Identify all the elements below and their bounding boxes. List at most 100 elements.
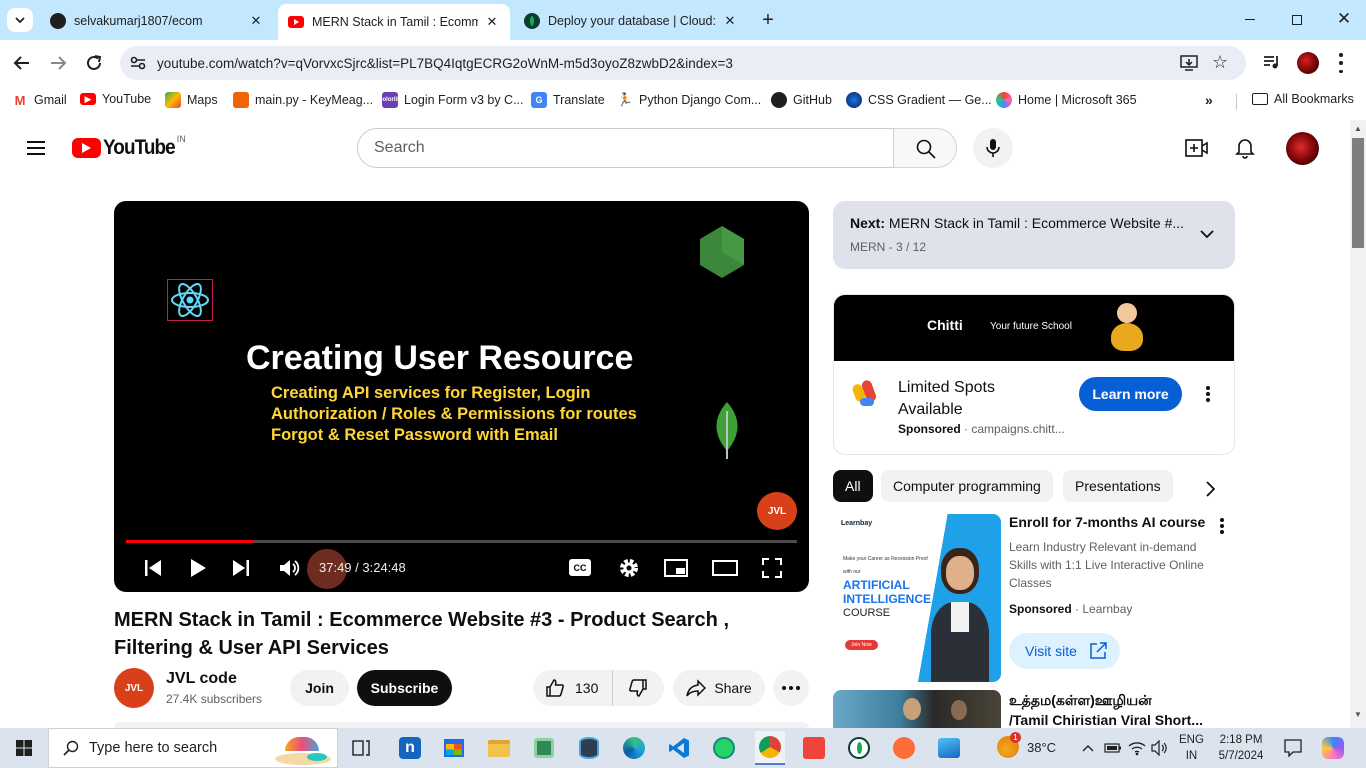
recommendation-thumbnail[interactable]: [833, 690, 1001, 728]
scroll-up-arrow-icon[interactable]: ▲: [1354, 124, 1362, 133]
reload-icon[interactable]: [85, 54, 103, 72]
ad-card-chitti[interactable]: Chitti Your future School Limited Spots …: [833, 294, 1235, 455]
bookmark-github[interactable]: GitHub: [771, 92, 832, 108]
voice-search-button[interactable]: [973, 128, 1013, 168]
recommendation-title[interactable]: உத்தம(கள்ள)ஊழியன் /Tamil Chiristian Vira…: [1009, 690, 1203, 730]
postman-icon[interactable]: [890, 734, 918, 762]
next-icon[interactable]: [232, 559, 250, 577]
dislike-button[interactable]: [613, 670, 663, 706]
wifi-icon[interactable]: [1128, 740, 1146, 756]
input-language[interactable]: ENG IN: [1179, 732, 1204, 764]
bookmark-translate[interactable]: G Translate: [531, 92, 605, 108]
youtube-logo[interactable]: YouTube IN: [72, 134, 186, 160]
notification-center-icon[interactable]: [1284, 739, 1302, 757]
file-explorer-icon[interactable]: [485, 734, 513, 762]
install-app-icon[interactable]: [1180, 55, 1198, 71]
window-close-button[interactable]: ✕: [1334, 9, 1354, 29]
search-input[interactable]: Search: [357, 128, 894, 168]
account-avatar[interactable]: [1286, 132, 1319, 165]
captions-button[interactable]: CC: [569, 559, 591, 576]
ad-banner[interactable]: Chitti Your future School: [834, 295, 1234, 361]
close-icon[interactable]: ✕: [484, 14, 500, 30]
bookmark-gmail[interactable]: M Gmail: [12, 92, 67, 108]
tab-youtube[interactable]: MERN Stack in Tamil : Ecommerce ✕: [278, 4, 510, 40]
new-tab-button[interactable]: +: [758, 8, 778, 32]
chip-presentations[interactable]: Presentations: [1063, 470, 1173, 502]
ad-menu-icon[interactable]: [1206, 386, 1210, 402]
clock[interactable]: 2:18 PM 5/7/2024: [1215, 732, 1267, 764]
bookmark-star-icon[interactable]: ☆: [1212, 52, 1228, 73]
subscribe-button[interactable]: Subscribe: [357, 670, 452, 706]
mongodb-compass-icon[interactable]: [845, 734, 873, 762]
task-view-icon[interactable]: [347, 734, 375, 762]
ad-menu-icon[interactable]: [1220, 518, 1224, 534]
browser-menu-icon[interactable]: [1338, 53, 1344, 73]
fullscreen-icon[interactable]: [762, 558, 782, 578]
settings-gear-icon[interactable]: [618, 557, 640, 579]
battery-icon[interactable]: [1104, 741, 1122, 755]
site-info-icon[interactable]: [130, 56, 146, 70]
taskbar-search-box[interactable]: Type here to search: [48, 728, 338, 768]
media-control-icon[interactable]: [1263, 54, 1281, 70]
database-app-icon[interactable]: [575, 734, 603, 762]
edge-browser-icon[interactable]: [620, 734, 648, 762]
scroll-down-arrow-icon[interactable]: ▼: [1354, 710, 1362, 719]
back-icon[interactable]: [13, 54, 31, 72]
address-bar[interactable]: youtube.com/watch?v=qVorvxcSjrc&list=PL7…: [120, 46, 1246, 80]
channel-name[interactable]: JVL code: [166, 670, 237, 688]
progress-track[interactable]: [126, 540, 797, 543]
forward-icon[interactable]: [49, 54, 67, 72]
like-button[interactable]: 130: [533, 670, 613, 706]
video-player[interactable]: Creating User Resource Creating API serv…: [114, 201, 809, 592]
anydesk-icon[interactable]: [800, 734, 828, 762]
chip-computer-programming[interactable]: Computer programming: [881, 470, 1053, 502]
volume-icon[interactable]: [279, 558, 301, 578]
more-bookmarks-chevron-icon[interactable]: »: [1205, 92, 1213, 108]
join-button[interactable]: Join: [290, 670, 349, 706]
scrollbar-thumb[interactable]: [1352, 138, 1364, 248]
microsoft-store-icon[interactable]: [440, 734, 468, 762]
windows-start-icon[interactable]: [10, 734, 38, 762]
channel-avatar[interactable]: JVL: [114, 668, 154, 708]
visit-site-button[interactable]: Visit site: [1009, 633, 1120, 669]
tab-search-button[interactable]: [7, 8, 33, 32]
tray-overflow-chevron-icon[interactable]: [1082, 743, 1094, 753]
ad-title[interactable]: Enroll for 7-months AI course: [1009, 514, 1205, 530]
notifications-bell-icon[interactable]: [1235, 137, 1255, 159]
bookmark-colorlib[interactable]: colorlib Login Form v3 by C...: [379, 92, 524, 108]
share-button[interactable]: Share: [673, 670, 765, 706]
page-scrollbar[interactable]: ▲ ▼: [1350, 120, 1366, 728]
ad-thumbnail-learnbay[interactable]: Learnbay Make your Career as Recession P…: [833, 514, 1001, 682]
miniplayer-icon[interactable]: [664, 559, 688, 577]
hamburger-menu-icon[interactable]: [27, 141, 45, 155]
notion-like-app-icon[interactable]: n: [396, 734, 424, 762]
speaker-icon[interactable]: [1151, 740, 1169, 756]
restore-button[interactable]: [1288, 12, 1306, 28]
installer-app-icon[interactable]: [530, 734, 558, 762]
learn-more-button[interactable]: Learn more: [1079, 377, 1182, 411]
weather-widget[interactable]: 1 38°C: [997, 732, 1056, 758]
vscode-icon[interactable]: [665, 734, 693, 762]
chrome-icon[interactable]: [755, 731, 785, 765]
chevron-down-icon[interactable]: [1200, 229, 1214, 239]
bookmark-django[interactable]: 🏃 Python Django Com...: [617, 92, 761, 108]
profile-avatar[interactable]: [1297, 52, 1319, 74]
theater-mode-icon[interactable]: [712, 560, 738, 576]
minimize-button[interactable]: [1240, 12, 1260, 28]
close-icon[interactable]: ✕: [248, 13, 264, 29]
search-button[interactable]: [893, 128, 957, 168]
bookmark-m365[interactable]: Home | Microsoft 365: [996, 92, 1137, 108]
playlist-next-panel[interactable]: Next: MERN Stack in Tamil : Ecommerce We…: [833, 201, 1235, 269]
previous-icon[interactable]: [144, 559, 162, 577]
create-video-icon[interactable]: [1185, 138, 1209, 158]
close-icon[interactable]: ✕: [722, 13, 738, 29]
bookmark-maps[interactable]: Maps: [165, 92, 218, 108]
bookmark-youtube[interactable]: ▶ YouTube: [80, 92, 151, 106]
photos-app-icon[interactable]: [935, 734, 963, 762]
chip-all[interactable]: All: [833, 470, 873, 502]
bookmark-cssgradient[interactable]: CSS Gradient — Ge...: [846, 92, 992, 108]
more-actions-button[interactable]: [773, 670, 809, 706]
copilot-icon[interactable]: [1322, 737, 1344, 759]
play-icon[interactable]: [189, 558, 207, 578]
channel-watermark[interactable]: JVL: [757, 492, 797, 530]
